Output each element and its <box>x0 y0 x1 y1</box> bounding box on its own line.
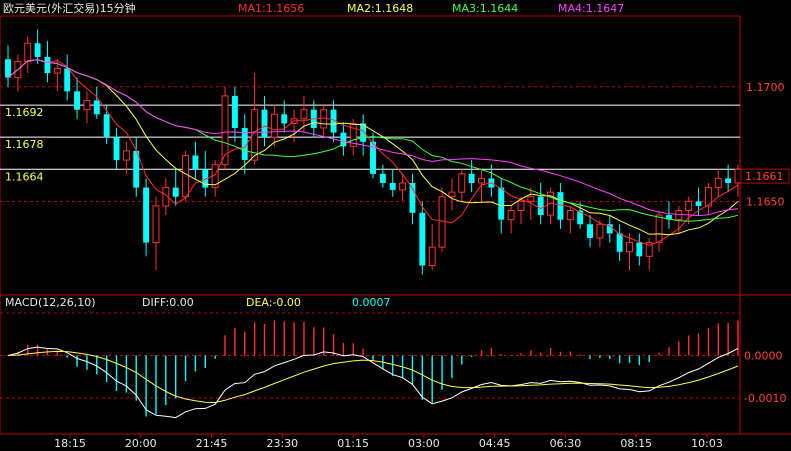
time-label-4: 01:15 <box>337 437 369 450</box>
ma3-label: MA3:1.1644 <box>452 2 518 15</box>
candle-body-69 <box>685 200 693 211</box>
price-tick-label-1: 1.1650 <box>746 195 785 208</box>
candle-body-43 <box>428 246 436 267</box>
candle-body-17 <box>172 187 179 197</box>
ma4-label: MA4:1.1647 <box>558 2 624 15</box>
macd-histogram <box>17 320 739 417</box>
candle-body-30 <box>300 109 308 120</box>
time-label-1: 20:00 <box>125 437 157 450</box>
candle-body-64 <box>636 242 643 257</box>
candle-body-63 <box>626 242 633 253</box>
candle-body-59 <box>587 224 593 238</box>
candle-body-40 <box>399 182 407 191</box>
candle-body-0 <box>5 59 11 78</box>
candle-body-8 <box>83 100 91 111</box>
candle-body-11 <box>113 137 120 161</box>
time-label-8: 08:15 <box>620 437 652 450</box>
candle-body-15 <box>152 205 160 244</box>
candle-body-26 <box>261 109 268 138</box>
time-label-7: 06:30 <box>550 437 582 450</box>
macd-tick-label-1: -0.0010 <box>744 392 786 405</box>
macd-axis: 0.0000 -0.0010 <box>744 350 786 406</box>
candle-body-14 <box>143 187 150 243</box>
candle-body-46 <box>458 173 466 193</box>
candle-body-60 <box>596 223 604 239</box>
price-tick-label-0: 1.1700 <box>746 81 785 94</box>
candle-body-73 <box>725 178 732 183</box>
time-label-0: 18:15 <box>54 437 86 450</box>
candle-body-41 <box>409 183 416 213</box>
candle-body-23 <box>231 95 238 128</box>
candle-body-27 <box>270 113 278 138</box>
macd-value-label: 0.0007 <box>352 296 391 309</box>
candle-body-5 <box>53 67 61 74</box>
candle-body-66 <box>655 214 663 244</box>
chart-title: 欧元美元(外汇交易)15分钟 <box>3 1 136 15</box>
candle-body-28 <box>281 114 288 124</box>
chart-frame <box>0 15 791 435</box>
candle-body-6 <box>64 68 71 92</box>
candle-body-51 <box>507 210 515 221</box>
candle-body-42 <box>419 212 426 266</box>
reference-label-2: 1.1664 <box>5 170 44 183</box>
candle-body-45 <box>448 191 456 198</box>
time-label-6: 04:45 <box>479 437 511 450</box>
candle-body-47 <box>468 173 475 183</box>
candle-body-74 <box>734 168 742 184</box>
candle-body-4 <box>44 56 51 73</box>
candle-body-62 <box>616 233 623 252</box>
time-label-9: 10:03 <box>691 437 723 450</box>
candle-body-19 <box>192 155 199 170</box>
ma2-label: MA2:1.1648 <box>347 2 413 15</box>
candle-body-48 <box>478 177 485 184</box>
candle-body-12 <box>122 150 130 161</box>
time-axis: 18:15 20:00 21:45 23:30 01:15 03:00 04:45 06:30… <box>54 434 723 450</box>
candle-body-54 <box>537 196 544 216</box>
candle-body-53 <box>527 196 535 202</box>
time-label-2: 21:45 <box>196 437 228 450</box>
candle-body-7 <box>74 91 81 110</box>
candle-body-2 <box>24 42 32 63</box>
macd-tick-label-0: 0.0000 <box>744 350 783 363</box>
candle-body-56 <box>557 192 564 220</box>
candle-body-39 <box>389 183 396 190</box>
price-axis: 1.1700 1.1650 1.1661 <box>740 81 790 208</box>
candle-body-57 <box>566 210 574 221</box>
time-label-5: 03:00 <box>408 437 440 450</box>
macd-label: MACD(12,26,10) <box>5 296 96 309</box>
candle-body-3 <box>34 43 41 57</box>
macd-dea-label: DEA:-0.00 <box>246 296 301 309</box>
candle-body-44 <box>438 196 446 248</box>
current-price-label: 1.1661 <box>745 170 784 183</box>
reference-label-0: 1.1692 <box>5 106 44 119</box>
candle-body-38 <box>379 173 386 183</box>
price-chart[interactable]: 欧元美元(外汇交易)15分钟 MA1:1.1656 MA2:1.1648 MA3… <box>0 0 791 451</box>
time-label-3: 23:30 <box>266 437 298 450</box>
candle-body-72 <box>714 177 722 189</box>
reference-label-1: 1.1678 <box>5 138 44 151</box>
candle-body-18 <box>182 155 190 198</box>
candle-body-9 <box>93 100 100 115</box>
candle-body-10 <box>103 114 110 138</box>
candle-body-70 <box>695 201 702 206</box>
candle-body-50 <box>498 187 505 220</box>
macd-diff-label: DIFF:0.00 <box>142 296 194 309</box>
candle-body-52 <box>517 200 525 211</box>
ma1-label: MA1:1.1656 <box>238 2 304 15</box>
candle-body-32 <box>320 109 328 129</box>
